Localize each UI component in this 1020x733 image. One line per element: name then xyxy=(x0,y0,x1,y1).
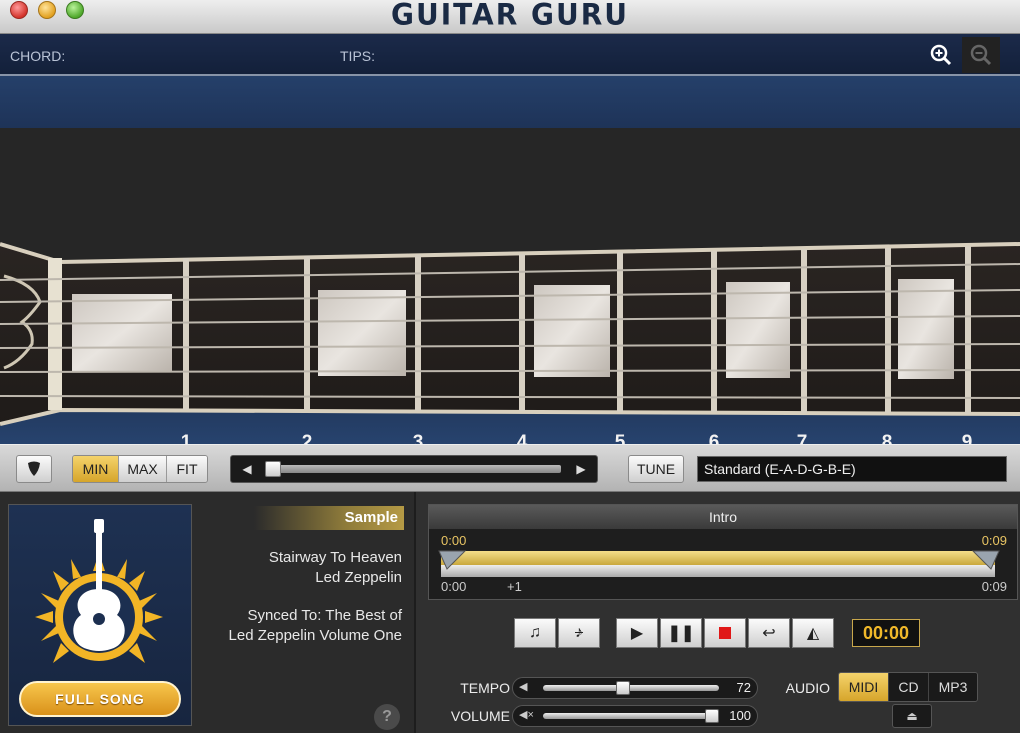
view-mode-min[interactable]: MIN xyxy=(73,456,119,482)
neck-binding-bottom xyxy=(0,407,1020,426)
scroll-right-icon[interactable]: ▶ xyxy=(567,456,595,482)
guitar-nut xyxy=(48,258,62,410)
inlay-fret-1 xyxy=(72,294,172,372)
tempo-arrow-icon: ◀ xyxy=(519,681,528,693)
eject-button[interactable]: ⏏ xyxy=(892,704,932,728)
volume-track[interactable] xyxy=(543,713,719,719)
loop-end-time: 0:09 xyxy=(981,533,1007,548)
time-counter: 00:00 xyxy=(852,619,920,647)
loop-range-bar[interactable] xyxy=(441,551,995,565)
chord-label: CHORD: xyxy=(10,48,66,64)
loop-icon: ↩ xyxy=(762,625,776,642)
zoom-out-button[interactable] xyxy=(962,37,1000,73)
tips-label: TIPS: xyxy=(340,48,376,64)
synced-to-line2: Led Zeppelin Volume One xyxy=(228,627,402,644)
inlay-fret-3 xyxy=(318,290,406,376)
speaker-mute-icon: ◀× xyxy=(519,709,534,721)
title-bar: GUITAR GURU xyxy=(0,0,1020,34)
view-mode-selector: MIN MAX FIT xyxy=(72,455,208,483)
metronome-button[interactable]: ◭ xyxy=(792,618,834,648)
inlay-fret-5 xyxy=(534,285,610,377)
sample-badge: Sample xyxy=(254,506,404,530)
audio-cd[interactable]: CD xyxy=(889,673,929,701)
song-title: Stairway To Heaven xyxy=(268,549,402,566)
eject-icon: ⏏ xyxy=(906,709,918,723)
song-artwork: FULL SONG xyxy=(8,504,192,726)
guitar-pick-icon xyxy=(28,461,40,476)
synced-to-line1: Synced To: The Best of xyxy=(247,607,402,624)
inlay-fret-9 xyxy=(898,279,954,379)
tuning-display[interactable]: Standard (E-A-D-G-B-E) xyxy=(697,456,1007,482)
app-title: GUITAR GURU xyxy=(390,0,630,32)
audio-label: AUDIO xyxy=(785,680,830,696)
zoom-in-icon xyxy=(930,44,952,66)
bottom-panel: FULL SONG Sample Stairway To Heaven Led … xyxy=(0,492,1020,733)
audio-midi[interactable]: MIDI xyxy=(839,673,889,701)
section-timeline[interactable]: Intro 0:00 0:09 0:00 +1 0:09 xyxy=(428,504,1018,600)
tempo-track[interactable] xyxy=(543,685,719,691)
zoom-in-button[interactable] xyxy=(922,37,960,73)
info-bar: CHORD: TIPS: xyxy=(0,34,1020,76)
guitar-sunburst-logo xyxy=(35,519,163,663)
fretboard-stage: 1 2 3 4 5 6 7 8 9 xyxy=(0,76,1020,453)
loop-start-time: 0:00 xyxy=(441,533,467,548)
tempo-label: TEMPO xyxy=(460,680,510,696)
tempo-slider[interactable]: ◀ 72 xyxy=(512,677,758,699)
neck-scroller[interactable]: ◀ ▶ xyxy=(230,455,598,483)
help-button[interactable]: ? xyxy=(374,704,400,730)
timeline-offset: +1 xyxy=(507,579,522,594)
section-name: Intro xyxy=(429,505,1017,529)
view-toolbar: MIN MAX FIT ◀ ▶ TUNE Standard (E-A-D-G-B… xyxy=(0,444,1020,492)
guitar-neck[interactable] xyxy=(0,152,1020,432)
loop-button[interactable]: ↩ xyxy=(748,618,790,648)
play-button[interactable]: ▶ xyxy=(616,618,658,648)
audio-source-selector: MIDI CD MP3 xyxy=(838,672,978,702)
view-mode-fit[interactable]: FIT xyxy=(167,456,207,482)
full-song-button[interactable]: FULL SONG xyxy=(19,681,181,717)
scroll-track[interactable] xyxy=(265,465,561,473)
play-icon: ▶ xyxy=(630,625,644,642)
music-note-icon: ♫ xyxy=(529,624,541,641)
volume-knob[interactable] xyxy=(705,709,719,723)
timeline-end: 0:09 xyxy=(981,579,1007,594)
scroll-thumb[interactable] xyxy=(265,461,281,477)
view-mode-max[interactable]: MAX xyxy=(119,456,167,482)
tempo-value: 72 xyxy=(736,680,751,695)
loop-start-handle[interactable] xyxy=(437,549,467,571)
pause-button[interactable]: ❚❚ xyxy=(660,618,702,648)
volume-value: 100 xyxy=(729,708,751,723)
timeline-start: 0:00 xyxy=(441,579,467,594)
loop-end-handle[interactable] xyxy=(971,549,1001,571)
notation-on-button[interactable]: ♫ xyxy=(514,618,556,648)
audio-mp3[interactable]: MP3 xyxy=(929,673,977,701)
playback-panel: Intro 0:00 0:09 0:00 +1 0:09 ♫ ♪ ▶ ❚❚ ↩ … xyxy=(416,492,1020,733)
zoom-out-icon xyxy=(970,44,992,66)
metronome-icon: ◭ xyxy=(806,625,820,642)
stage-band-top xyxy=(0,76,1020,128)
notation-off-button[interactable]: ♪ xyxy=(558,618,600,648)
volume-label: VOLUME xyxy=(450,708,510,724)
pause-icon: ❚❚ xyxy=(667,625,695,642)
song-artist: Led Zeppelin xyxy=(315,569,402,586)
inlay-fret-7 xyxy=(726,282,790,378)
volume-slider[interactable]: ◀× 100 xyxy=(512,705,758,727)
tune-button[interactable]: TUNE xyxy=(628,455,684,483)
stop-icon xyxy=(719,627,731,639)
timeline-track[interactable] xyxy=(441,565,995,577)
stop-button[interactable] xyxy=(704,618,746,648)
pick-button[interactable] xyxy=(16,455,52,483)
music-note-off-icon: ♪ xyxy=(575,624,583,641)
tempo-knob[interactable] xyxy=(615,681,630,695)
scroll-left-icon[interactable]: ◀ xyxy=(233,456,261,482)
